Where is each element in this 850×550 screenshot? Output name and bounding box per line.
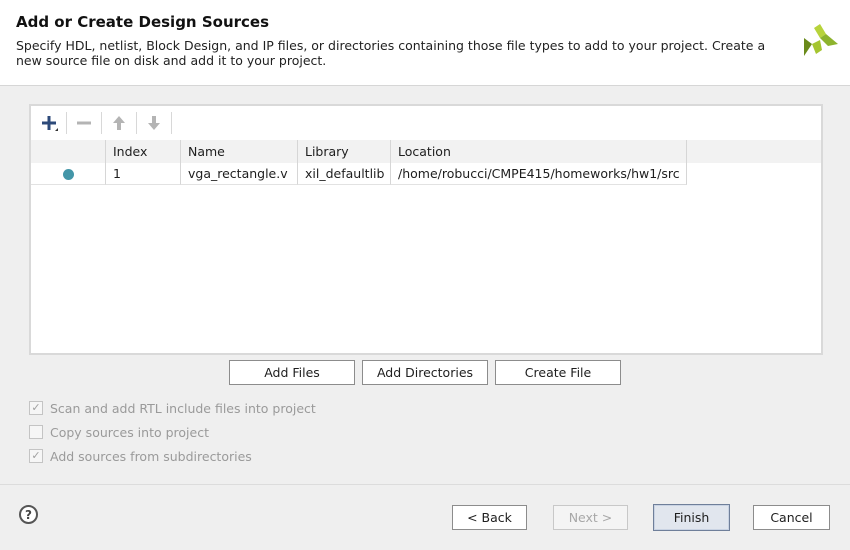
cancel-button[interactable]: Cancel [753,505,830,530]
status-dot-icon [63,169,74,180]
row-name-cell[interactable]: vga_rectangle.v [181,163,298,185]
move-down-button[interactable] [142,111,166,135]
sources-toolbar [31,106,821,141]
remove-source-button[interactable] [72,111,96,135]
sources-panel: Index Name Library Location 1 vga_rectan… [29,104,823,355]
page-description: Specify HDL, netlist, Block Design, and … [16,38,766,68]
footer-divider [0,484,850,485]
column-header-name[interactable]: Name [181,140,298,163]
column-header-status[interactable] [31,140,106,163]
next-button[interactable]: Next > [553,505,628,530]
scan-rtl-checkbox[interactable]: ✓ Scan and add RTL include files into pr… [29,400,316,416]
minus-icon [77,121,91,125]
add-files-button[interactable]: Add Files [229,360,355,385]
add-directories-button[interactable]: Add Directories [362,360,488,385]
plus-icon [42,116,58,131]
row-location-cell: /home/robucci/CMPE415/homeworks/hw1/src [391,163,687,185]
column-header-location[interactable]: Location [391,140,687,163]
page-title: Add or Create Design Sources [16,13,270,31]
row-index-cell: 1 [106,163,181,185]
scan-rtl-label: Scan and add RTL include files into proj… [50,400,316,416]
finish-button[interactable]: Finish [653,504,730,531]
row-status-cell [31,163,106,185]
move-up-button[interactable] [107,111,131,135]
column-header-library[interactable]: Library [298,140,391,163]
add-subdirs-label: Add sources from subdirectories [50,448,252,464]
column-header-index[interactable]: Index [106,140,181,163]
arrow-up-icon [113,116,125,130]
copy-sources-checkbox[interactable]: Copy sources into project [29,424,209,440]
help-icon[interactable]: ? [19,505,38,524]
vivado-logo-icon [804,24,838,56]
table-row[interactable]: 1 vga_rectangle.v xil_defaultlib /home/r… [31,163,821,185]
checkbox-empty-icon [29,425,43,439]
back-button[interactable]: < Back [452,505,527,530]
sources-table-header: Index Name Library Location [31,140,821,164]
copy-sources-label: Copy sources into project [50,424,209,440]
wizard-header: Add or Create Design Sources Specify HDL… [0,0,850,86]
add-source-button[interactable] [37,111,61,135]
create-file-button[interactable]: Create File [495,360,621,385]
checkbox-check-icon: ✓ [29,401,43,415]
row-library-cell[interactable]: xil_defaultlib [298,163,391,185]
checkbox-check-icon: ✓ [29,449,43,463]
arrow-down-icon [148,116,160,130]
add-subdirs-checkbox[interactable]: ✓ Add sources from subdirectories [29,448,252,464]
